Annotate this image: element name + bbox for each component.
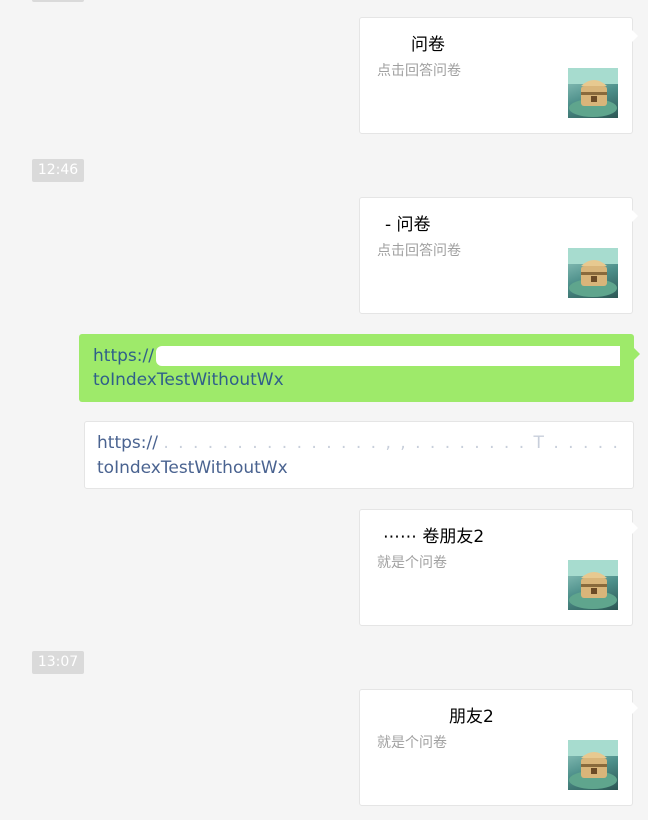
link-message[interactable]: https:// . . . . . . . . . . . . . . . ,… (84, 421, 634, 489)
card-description: 就是个问卷 (377, 555, 447, 571)
link-text[interactable]: https:// (97, 433, 158, 453)
treasure-chest-icon (568, 560, 618, 610)
treasure-chest-icon (568, 248, 618, 298)
card-description: 就是个问卷 (377, 735, 447, 751)
timestamp: 12:46 (32, 159, 84, 182)
previous-timestamp-stub (32, 0, 84, 2)
questionnaire-card[interactable]: - 问卷 点击回答问卷 (359, 197, 638, 314)
faint-link-text: . . . . . . . . . . . . . . . , , . . . … (163, 433, 621, 453)
treasure-chest-icon (568, 68, 618, 118)
link-text[interactable]: toIndexTestWithoutWx (97, 458, 288, 478)
treasure-chest-icon (568, 740, 618, 790)
card-title: - 问卷 (385, 215, 431, 235)
link-text[interactable]: toIndexTestWithoutWx (93, 370, 284, 390)
redacted-region (155, 346, 620, 366)
card-description: 点击回答问卷 (377, 63, 461, 79)
card-title: ⋯⋯ 卷朋友2 (383, 527, 485, 547)
questionnaire-card[interactable]: ⋯⋯ 卷朋友2 就是个问卷 (359, 509, 638, 626)
sent-link-message[interactable]: https:// toIndexTestWithoutWx (79, 334, 640, 402)
timestamp: 13:07 (32, 651, 84, 674)
link-text[interactable]: https:// (93, 346, 154, 366)
card-title: 朋友2 (449, 707, 494, 727)
card-title: 问卷 (411, 35, 445, 55)
card-description: 点击回答问卷 (377, 243, 461, 259)
questionnaire-card[interactable]: 问卷 点击回答问卷 (359, 17, 638, 134)
questionnaire-card[interactable]: 朋友2 就是个问卷 (359, 689, 638, 806)
